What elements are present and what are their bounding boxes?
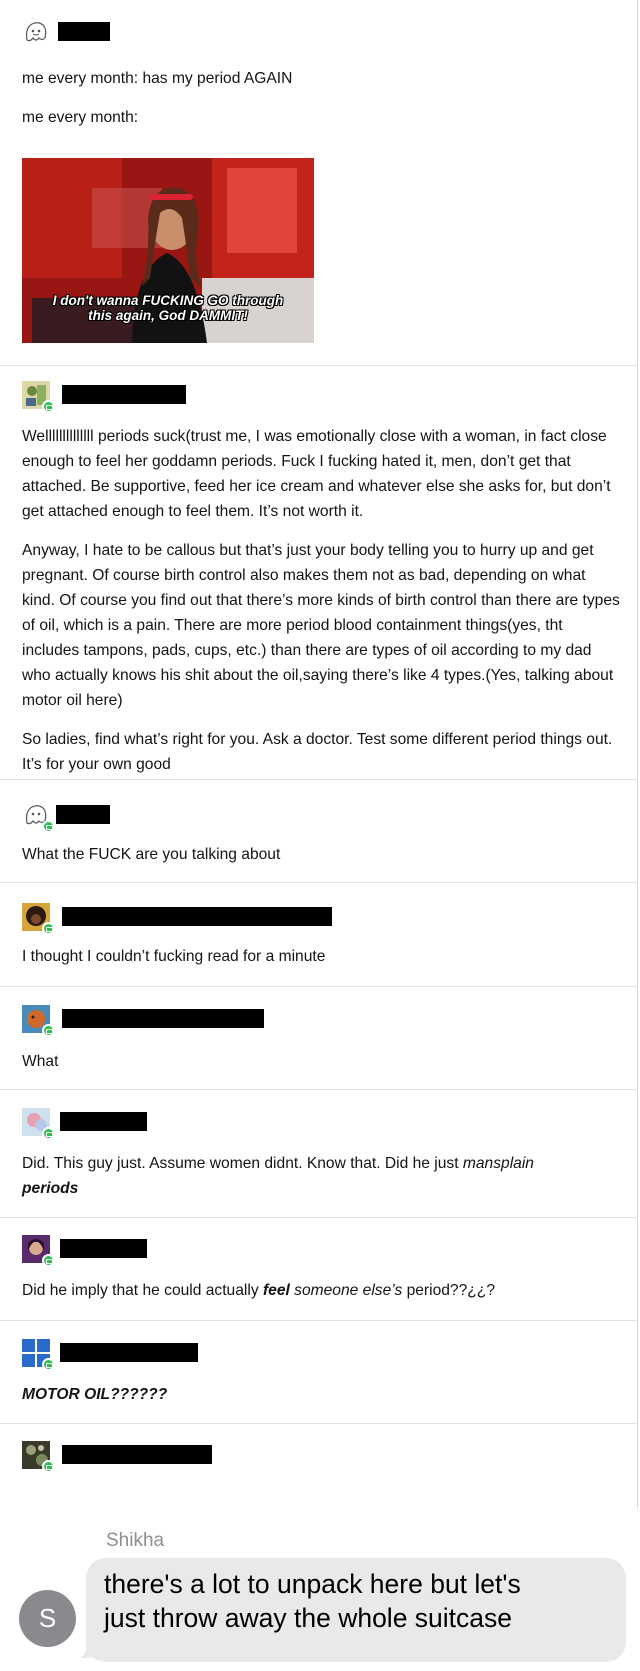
- reaction-gif[interactable]: I don't wanna FUCKING GO through this ag…: [22, 158, 314, 343]
- post-text-bold-italic: MOTOR OIL??????: [22, 1386, 168, 1403]
- redacted-username: [62, 1445, 212, 1464]
- post-paragraph: me every month: has my period AGAIN: [22, 70, 293, 87]
- redacted-username: [62, 385, 186, 404]
- avatar[interactable]: S: [19, 1590, 76, 1647]
- post-reblog: I thought I couldn’t fucking read for a …: [0, 883, 638, 987]
- message-line: there's a lot to unpack here but let's: [104, 1569, 521, 1599]
- post-paragraph: So ladies, find what’s right for you. As…: [22, 731, 613, 773]
- post-body: MOTOR OIL??????: [22, 1382, 622, 1407]
- avatar[interactable]: [22, 1005, 55, 1037]
- gif-caption-line: I don't wanna FUCKING GO through: [52, 293, 284, 308]
- avatar[interactable]: [22, 1108, 55, 1140]
- message-line: just throw away the whole suitcase: [104, 1603, 513, 1633]
- post-paragraph: Anyway, I hate to be callous but that’s …: [22, 542, 620, 709]
- post-reblog: What the FUCK are you talking about: [0, 780, 638, 883]
- redacted-username: [62, 1009, 264, 1028]
- reblog-badge-icon: [42, 1024, 55, 1037]
- avatar[interactable]: [22, 1235, 55, 1267]
- tumblr-thread: me every month: has my period AGAIN me e…: [0, 0, 638, 1508]
- post-paragraph: Wellllllllllllll periods suck(trust me, …: [22, 428, 611, 520]
- message-bubble[interactable]: there's a lot to unpack here but let's j…: [86, 1558, 626, 1662]
- reblog-badge-icon: [42, 1127, 55, 1140]
- post-reblog: What: [0, 987, 638, 1090]
- reblog-badge-icon: [42, 400, 55, 413]
- reblog-badge-icon: [42, 820, 55, 833]
- post-body: Did. This guy just. Assume women didnt. …: [22, 1151, 622, 1201]
- avatar[interactable]: [22, 381, 55, 413]
- post-text-bold-italic: periods: [22, 1180, 79, 1197]
- post-body: I thought I couldn’t fucking read for a …: [22, 948, 326, 965]
- redacted-username: [60, 1343, 198, 1362]
- anime-avatar-icon[interactable]: [22, 903, 55, 935]
- reblog-badge-icon: [42, 922, 55, 935]
- ghost-avatar-icon[interactable]: [22, 801, 55, 833]
- post-text-italic: someone else’s: [289, 1282, 403, 1299]
- reblog-badge-icon: [42, 1460, 55, 1473]
- post-body: Did he imply that he could actually feel…: [22, 1278, 622, 1303]
- imessage-reply: Shikha there's a lot to unpack here but …: [0, 1508, 640, 1671]
- post-text-italic: mansplain: [462, 1155, 534, 1172]
- post-reblog: Did he imply that he could actually feel…: [0, 1218, 638, 1321]
- post-text: period??¿¿?: [402, 1282, 495, 1299]
- ghost-avatar-icon[interactable]: [22, 18, 50, 46]
- post-reblog: MOTOR OIL??????: [0, 1321, 638, 1424]
- post-paragraph: me every month:: [22, 109, 139, 126]
- redacted-username: [60, 1112, 147, 1131]
- avatar[interactable]: [22, 1339, 55, 1371]
- redacted-username: [62, 907, 332, 926]
- post-body: What the FUCK are you talking about: [22, 846, 281, 863]
- reblog-badge-icon: [42, 1358, 55, 1371]
- post-reblog: [0, 1424, 638, 1508]
- post-text: Did he imply that he could actually: [22, 1282, 263, 1299]
- post-original: me every month: has my period AGAIN me e…: [0, 0, 638, 366]
- post-text: Did. This guy just. Assume women didnt. …: [22, 1155, 463, 1172]
- post-body: me every month: has my period AGAIN me e…: [22, 66, 622, 144]
- post-reblog: Wellllllllllllll periods suck(trust me, …: [0, 366, 638, 780]
- post-body: Wellllllllllllll periods suck(trust me, …: [22, 424, 622, 791]
- post-body: What: [22, 1053, 59, 1070]
- redacted-username: [58, 22, 110, 41]
- post-text-bold-italic: feel: [262, 1282, 290, 1299]
- post-reblog: Did. This guy just. Assume women didnt. …: [0, 1090, 638, 1218]
- reblog-badge-icon: [42, 1254, 55, 1267]
- redacted-username: [56, 805, 110, 824]
- screenshot: me every month: has my period AGAIN me e…: [0, 0, 640, 1671]
- sender-name: Shikha: [106, 1530, 165, 1551]
- redacted-username: [60, 1239, 147, 1258]
- gif-caption-line: this again, God DAMMIT!: [88, 308, 248, 323]
- avatar[interactable]: [22, 1441, 55, 1473]
